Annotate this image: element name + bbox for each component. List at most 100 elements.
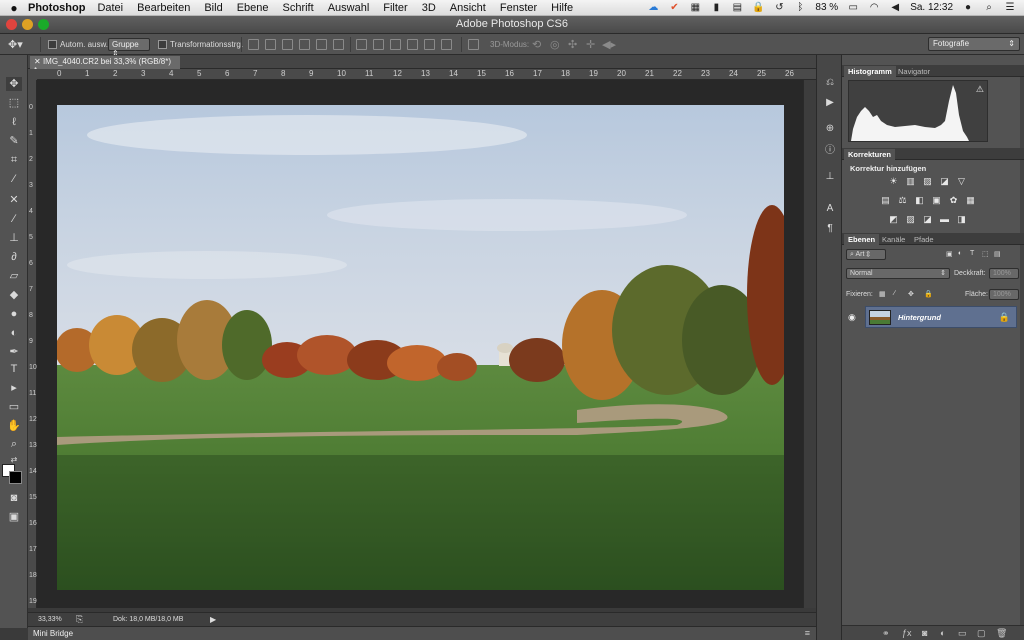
path-selection-tool-icon[interactable]: ▸ <box>6 381 22 395</box>
distribute-top-icon[interactable] <box>356 39 367 50</box>
marquee-tool-icon[interactable]: ⬚ <box>6 96 22 110</box>
exposure-icon[interactable]: ◪ <box>939 176 950 187</box>
dodge-tool-icon[interactable]: ◐ <box>6 326 22 340</box>
layer-visibility-eye-icon[interactable]: ◉ <box>848 312 856 323</box>
pen-tool-icon[interactable]: ✒ <box>6 345 22 359</box>
actions-panel-icon[interactable]: ▶ <box>824 97 836 109</box>
auto-select-checkbox[interactable] <box>48 40 57 49</box>
bluetooth-icon[interactable]: ᛒ <box>794 2 806 14</box>
app-menu[interactable]: Photoshop <box>28 2 85 14</box>
workspace-select[interactable]: Fotografie ⇕ <box>928 37 1020 51</box>
vertical-ruler[interactable]: 0 1 2 3 4 5 6 7 8 9 10 11 12 13 14 15 16 17 18 19 <box>28 80 37 608</box>
tab-navigator[interactable]: Navigator <box>894 66 934 77</box>
history-panel-icon[interactable]: ⎌ <box>824 77 836 89</box>
move-tool-preset-icon[interactable]: ✥▾ <box>8 38 23 51</box>
opacity-input[interactable]: 100% <box>989 268 1019 279</box>
grid-icon[interactable]: ▦ <box>689 2 701 14</box>
posterize-icon[interactable]: ▨ <box>905 214 916 225</box>
tab-close-icon[interactable]: ✕ <box>34 57 43 66</box>
drag-3d-icon[interactable]: ✣ <box>568 38 577 51</box>
notification-center-icon[interactable]: ☰ <box>1004 2 1016 14</box>
mini-bridge-tab[interactable]: Mini Bridge <box>33 629 73 638</box>
horizontal-ruler[interactable]: 0 1 2 3 4 5 6 7 8 9 10 11 12 13 14 15 16 17 18 19 20 21 22 23 24… <box>37 69 816 80</box>
wifi-icon[interactable]: ◠ <box>868 2 880 14</box>
curves-icon[interactable]: ▨ <box>922 176 933 187</box>
background-color-swatch[interactable] <box>9 471 22 484</box>
filter-smart-object-icon[interactable]: ▤ <box>994 250 1001 258</box>
user-icon[interactable]: ● <box>962 2 974 14</box>
filter-type-icon[interactable]: T <box>970 250 974 257</box>
type-tool-icon[interactable]: T <box>6 362 22 376</box>
menu-datei[interactable]: Datei <box>97 2 123 14</box>
clone-source-icon[interactable]: ⊥ <box>824 171 836 183</box>
crop-tool-icon[interactable]: ⌗ <box>6 153 22 167</box>
channel-mixer-icon[interactable]: ✿ <box>948 195 959 206</box>
tab-channels[interactable]: Kanäle <box>878 234 909 245</box>
tab-paths[interactable]: Pfade <box>910 234 938 245</box>
battery-icon[interactable]: ▭ <box>847 2 859 14</box>
time-machine-icon[interactable]: ↺ <box>773 2 785 14</box>
fill-input[interactable]: 100% <box>989 289 1019 300</box>
distribute-hcenter-icon[interactable] <box>424 39 435 50</box>
move-tool-icon[interactable]: ✥ <box>6 77 22 91</box>
brightness-contrast-icon[interactable]: ☀ <box>888 176 899 187</box>
slide-3d-icon[interactable]: ✛ <box>586 38 595 51</box>
align-vcenter-icon[interactable] <box>265 39 276 50</box>
quick-mask-icon[interactable]: ◙ <box>6 491 22 505</box>
apple-menu-icon[interactable]: ● <box>0 1 28 15</box>
align-right-icon[interactable] <box>333 39 344 50</box>
distribute-right-icon[interactable] <box>441 39 452 50</box>
info-panel-icon[interactable]: ⓘ <box>824 145 836 157</box>
hue-saturation-icon[interactable]: ▤ <box>880 195 891 206</box>
distribute-bottom-icon[interactable] <box>390 39 401 50</box>
lock-all-icon[interactable]: 🔒 <box>924 290 933 298</box>
tab-histogram[interactable]: Histogramm <box>844 66 896 77</box>
warning-icon[interactable]: ⚠ <box>976 84 984 95</box>
link-layers-icon[interactable]: ⚭ <box>882 628 890 639</box>
clock[interactable]: Sa. 12:32 <box>910 2 953 13</box>
threshold-icon[interactable]: ◪ <box>922 214 933 225</box>
layer-row-background[interactable]: Hintergrund 🔒 <box>865 306 1017 328</box>
menu-3d[interactable]: 3D <box>422 2 436 14</box>
new-layer-icon[interactable]: ▢ <box>977 628 986 639</box>
color-balance-icon[interactable]: ⚖ <box>897 195 908 206</box>
filter-shape-icon[interactable]: ⬚ <box>982 250 989 258</box>
menu-auswahl[interactable]: Auswahl <box>328 2 370 14</box>
filter-pixel-icon[interactable]: ▣ <box>946 250 953 258</box>
panel-menu-icon[interactable]: ≡ <box>805 628 810 638</box>
paragraph-panel-icon[interactable]: ¶ <box>824 223 836 235</box>
align-top-icon[interactable] <box>248 39 259 50</box>
character-panel-icon[interactable]: A <box>824 203 836 215</box>
menu-ebene[interactable]: Ebene <box>237 2 269 14</box>
gradient-map-icon[interactable]: ▬ <box>939 214 950 225</box>
ruler-origin[interactable] <box>28 69 37 80</box>
paint-bucket-tool-icon[interactable]: ◆ <box>6 288 22 302</box>
align-bottom-icon[interactable] <box>282 39 293 50</box>
lock-position-icon[interactable]: ✥ <box>908 290 914 298</box>
lock-transparent-icon[interactable]: ▦ <box>879 290 886 298</box>
roll-3d-icon[interactable]: ◎ <box>550 38 560 51</box>
menu-fenster[interactable]: Fenster <box>500 2 537 14</box>
document-image[interactable] <box>57 105 784 590</box>
battery-percent[interactable]: 83 % <box>815 2 838 13</box>
scale-3d-icon[interactable]: ◀▸ <box>602 38 616 51</box>
menu-schrift[interactable]: Schrift <box>283 2 314 14</box>
photo-filter-icon[interactable]: ▣ <box>931 195 942 206</box>
zoom-tool-icon[interactable]: ⌕ <box>6 437 22 451</box>
vibrance-icon[interactable]: ▽ <box>956 176 967 187</box>
menu-bearbeiten[interactable]: Bearbeiten <box>137 2 190 14</box>
layer-filter-kind-select[interactable]: ⌕ Art ⇕ <box>846 249 886 260</box>
transform-controls-checkbox[interactable] <box>158 40 167 49</box>
clipboard-icon[interactable]: ▤ <box>731 2 743 14</box>
menu-filter[interactable]: Filter <box>383 2 407 14</box>
lock-icon[interactable]: 🔒 <box>752 2 764 14</box>
layer-name[interactable]: Hintergrund <box>898 313 941 322</box>
healing-brush-tool-icon[interactable]: ✕ <box>6 193 22 207</box>
menu-hilfe[interactable]: Hilfe <box>551 2 573 14</box>
tab-layers[interactable]: Ebenen <box>844 234 880 245</box>
filter-adjustment-icon[interactable]: ◐ <box>958 250 962 257</box>
spotlight-icon[interactable]: ⌕ <box>983 2 995 14</box>
lock-image-icon[interactable]: ∕ <box>894 290 895 297</box>
share-icon[interactable]: ⎘ <box>76 614 83 625</box>
menu-bild[interactable]: Bild <box>204 2 222 14</box>
